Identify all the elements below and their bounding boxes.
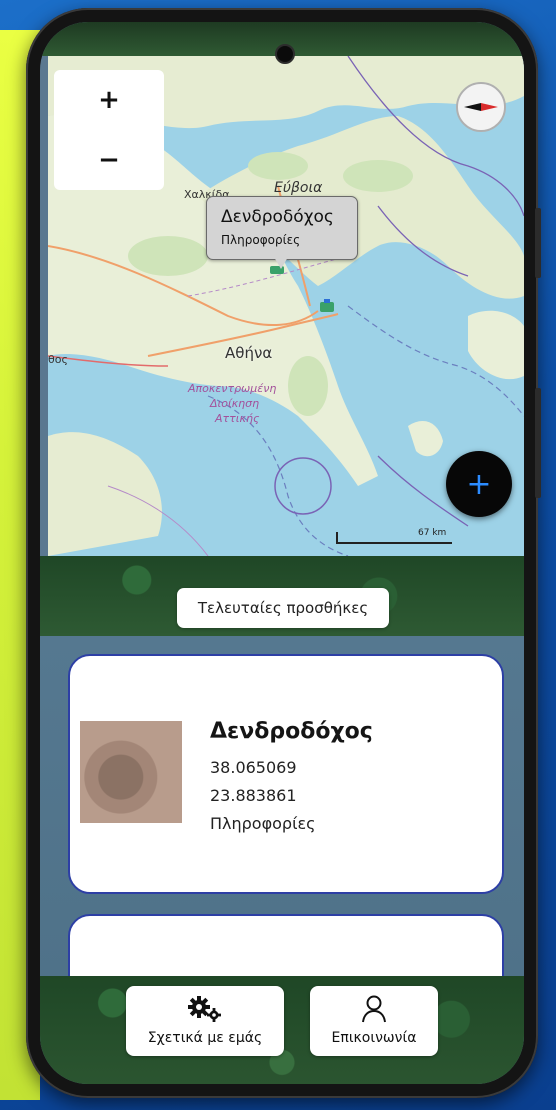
- about-us-label: Σχετικά με εμάς: [147, 1030, 263, 1046]
- land-southwest: [48, 432, 162, 556]
- compass-icon: [464, 103, 498, 111]
- popup-title: Δενδροδόχος: [221, 207, 334, 227]
- about-us-button[interactable]: Σχετικά με εμάς: [126, 986, 284, 1056]
- map-label-region-3: Αττικής: [215, 412, 260, 425]
- tree-marker-icon: [320, 299, 334, 312]
- zoom-out-button[interactable]: −: [54, 130, 164, 190]
- phone-side-button: [535, 208, 541, 278]
- gears-icon: [188, 996, 221, 1022]
- plus-icon: +: [98, 85, 120, 115]
- front-camera: [275, 44, 295, 64]
- item-thumbnail: [80, 721, 182, 823]
- plus-icon: +: [466, 466, 492, 502]
- zoom-in-button[interactable]: +: [54, 70, 164, 130]
- marker-popup[interactable]: Δενδροδόχος Πληροφορίες: [206, 196, 358, 260]
- map-label-region-2: Διοίκηση: [210, 397, 260, 410]
- user-icon: [362, 995, 386, 1023]
- zoom-control: + −: [54, 70, 164, 190]
- contact-label: Επικοινωνία: [331, 1030, 417, 1046]
- map-scale-label: 67 km: [418, 528, 447, 538]
- map-label-edge-fragment: θος: [48, 353, 68, 366]
- recent-additions-button[interactable]: Τελευταίες προσθήκες: [177, 588, 389, 628]
- popup-pointer: [274, 257, 288, 269]
- land-east-tip: [468, 310, 524, 380]
- item-title: Δενδροδόχος: [210, 719, 373, 744]
- phone-frame: Χαλκίδα Εύβοια Αθήνα Αποκεντρωμένη Διοίκ…: [26, 8, 541, 1098]
- popup-subtitle: Πληροφορίες: [221, 233, 301, 247]
- add-location-button[interactable]: +: [446, 451, 512, 517]
- item-info-link[interactable]: Πληροφορίες: [210, 814, 316, 833]
- contact-button[interactable]: Επικοινωνία: [310, 986, 438, 1056]
- map-label-evia: Εύβοια: [274, 180, 323, 196]
- app-screen: Χαλκίδα Εύβοια Αθήνα Αποκεντρωμένη Διοίκ…: [40, 22, 524, 1084]
- map-label-athens: Αθήνα: [225, 344, 273, 362]
- land-islet: [408, 421, 443, 457]
- minus-icon: −: [98, 145, 120, 175]
- item-longitude: 23.883861: [210, 786, 297, 805]
- item-latitude: 38.065069: [210, 758, 297, 777]
- compass-button[interactable]: [456, 82, 506, 132]
- phone-side-button: [535, 388, 541, 498]
- map-label-region-1: Αποκεντρωμένη: [188, 382, 277, 395]
- map-view[interactable]: Χαλκίδα Εύβοια Αθήνα Αποκεντρωμένη Διοίκ…: [48, 56, 524, 556]
